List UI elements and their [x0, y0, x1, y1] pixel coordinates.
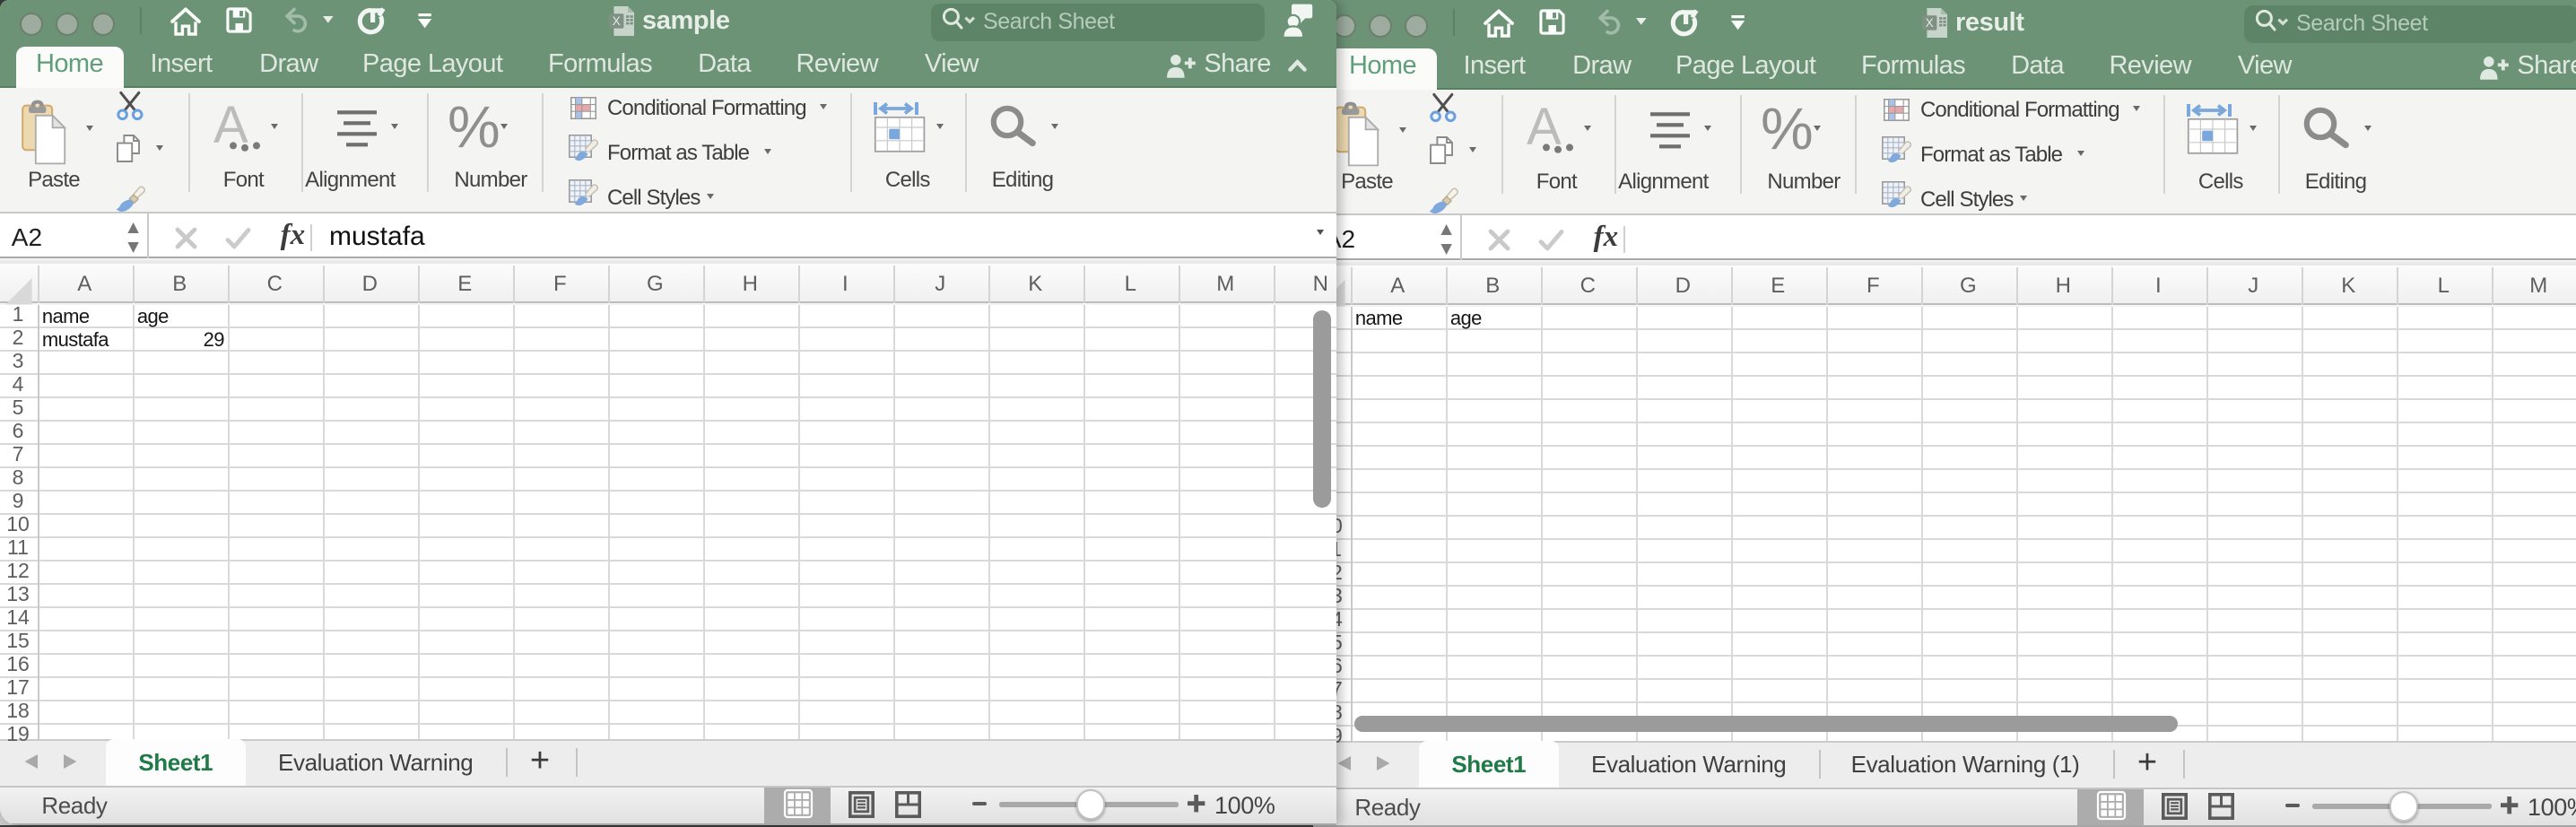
svg-text:X: X — [1925, 15, 1933, 29]
svg-text:X: X — [612, 13, 620, 27]
